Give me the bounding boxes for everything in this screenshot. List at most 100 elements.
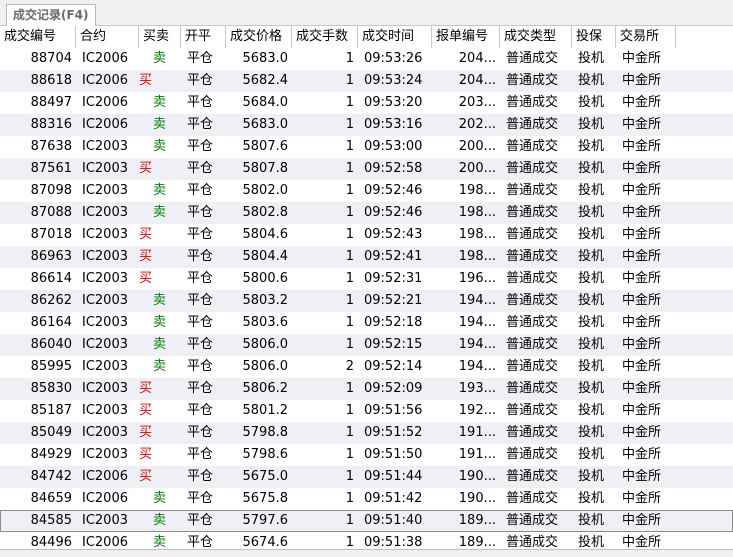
cell-quantity: 1 <box>345 51 354 66</box>
table-row[interactable]: 86614 IC2003 买 平仓 5800.6 1 09:52:31 196... 普通成交 投… <box>0 268 733 290</box>
cell-trade-id: 87638 <box>30 139 72 154</box>
cell-trade-type: 普通成交 <box>506 381 559 396</box>
cell-order-id: 194... <box>458 293 496 308</box>
header-quantity[interactable]: 成交手数 <box>292 26 358 48</box>
cell-trade-type: 普通成交 <box>506 51 559 66</box>
cell-hedge: 投机 <box>578 447 605 462</box>
cell-order-id: 202... <box>458 117 496 132</box>
cell-trade-id: 86963 <box>30 249 72 264</box>
cell-quantity: 1 <box>345 95 354 110</box>
table-row[interactable]: 85187 IC2003 买 平仓 5801.2 1 09:51:56 192... 普通成交 投… <box>0 400 733 422</box>
cell-quantity: 1 <box>345 491 354 506</box>
cell-price: 5797.6 <box>242 513 289 528</box>
cell-quantity: 1 <box>345 249 354 264</box>
cell-open-close: 平仓 <box>187 469 214 484</box>
cell-trade-id: 87088 <box>30 205 72 220</box>
cell-side: 买 <box>139 447 153 462</box>
cell-open-close: 平仓 <box>187 205 214 220</box>
header-exchange[interactable]: 交易所 <box>616 26 676 48</box>
table-row[interactable]: 88316 IC2006 卖 平仓 5683.0 1 09:53:16 202... 普通成交 投… <box>0 114 733 136</box>
cell-time: 09:53:20 <box>364 95 423 110</box>
cell-hedge: 投机 <box>578 403 605 418</box>
cell-price: 5683.0 <box>242 51 289 66</box>
cell-hedge: 投机 <box>578 205 605 220</box>
cell-open-close: 平仓 <box>187 227 214 242</box>
cell-quantity: 1 <box>345 139 354 154</box>
cell-hedge: 投机 <box>578 337 605 352</box>
cell-open-close: 平仓 <box>187 139 214 154</box>
cell-exchange: 中金所 <box>622 183 662 198</box>
cell-trade-type: 普通成交 <box>506 293 559 308</box>
cell-order-id: 196... <box>458 271 496 286</box>
table-row[interactable]: 84585 IC2003 卖 平仓 5797.6 1 09:51:40 189... 普通成交 投… <box>0 510 733 532</box>
cell-exchange: 中金所 <box>622 491 662 506</box>
cell-time: 09:53:24 <box>364 73 423 88</box>
cell-hedge: 投机 <box>578 315 605 330</box>
cell-price: 5803.2 <box>242 293 289 308</box>
header-hedge[interactable]: 投保 <box>572 26 616 48</box>
table-row[interactable]: 84929 IC2003 买 平仓 5798.6 1 09:51:50 191... 普通成交 投… <box>0 444 733 466</box>
cell-exchange: 中金所 <box>622 51 662 66</box>
cell-exchange: 中金所 <box>622 73 662 88</box>
cell-side: 买 <box>139 403 153 418</box>
cell-quantity: 1 <box>345 161 354 176</box>
cell-price: 5806.0 <box>242 337 289 352</box>
table-row[interactable]: 87638 IC2003 卖 平仓 5807.6 1 09:53:00 200... 普通成交 投… <box>0 136 733 158</box>
table-row[interactable]: 87018 IC2003 买 平仓 5804.6 1 09:52:43 198... 普通成交 投… <box>0 224 733 246</box>
header-order-id[interactable]: 报单编号 <box>432 26 500 48</box>
table-row[interactable]: 88497 IC2006 卖 平仓 5684.0 1 09:53:20 203... 普通成交 投… <box>0 92 733 114</box>
cell-exchange: 中金所 <box>622 161 662 176</box>
cell-price: 5802.0 <box>242 183 289 198</box>
table-row[interactable]: 84742 IC2006 买 平仓 5675.0 1 09:51:44 190... 普通成交 投… <box>0 466 733 488</box>
table-row[interactable]: 88704 IC2006 卖 平仓 5683.0 1 09:53:26 204... 普通成交 投… <box>0 48 733 70</box>
cell-hedge: 投机 <box>578 51 605 66</box>
cell-open-close: 平仓 <box>187 425 214 440</box>
cell-trade-id: 86614 <box>30 271 72 286</box>
cell-trade-type: 普通成交 <box>506 513 559 528</box>
header-trade-id[interactable]: 成交编号 <box>0 26 76 48</box>
cell-price: 5684.0 <box>242 95 289 110</box>
cell-contract: IC2006 <box>82 117 128 132</box>
table-row[interactable]: 84659 IC2006 卖 平仓 5675.8 1 09:51:42 190... 普通成交 投… <box>0 488 733 510</box>
cell-quantity: 1 <box>345 337 354 352</box>
header-trade-type[interactable]: 成交类型 <box>500 26 572 48</box>
table-row[interactable]: 86040 IC2003 卖 平仓 5806.0 1 09:52:15 194... 普通成交 投… <box>0 334 733 356</box>
cell-price: 5806.0 <box>242 359 289 374</box>
cell-time: 09:51:56 <box>364 403 423 418</box>
trade-records-table: 成交编号 合约 买卖 开平 成交价格 成交手数 成交时间 报单编号 成交类型 投保 交易所 8870… <box>0 26 733 554</box>
table-row[interactable]: 85049 IC2003 买 平仓 5798.8 1 09:51:52 191... 普通成交 投… <box>0 422 733 444</box>
cell-side: 卖 <box>153 359 167 374</box>
cell-contract: IC2003 <box>82 381 128 396</box>
cell-side: 买 <box>139 227 153 242</box>
cell-quantity: 1 <box>345 425 354 440</box>
table-row[interactable]: 87088 IC2003 卖 平仓 5802.8 1 09:52:46 198... 普通成交 投… <box>0 202 733 224</box>
cell-quantity: 1 <box>345 469 354 484</box>
cell-side: 买 <box>139 249 153 264</box>
table-row[interactable]: 87561 IC2003 买 平仓 5807.8 1 09:52:58 200... 普通成交 投… <box>0 158 733 180</box>
table-row[interactable]: 87098 IC2003 卖 平仓 5802.0 1 09:52:46 198... 普通成交 投… <box>0 180 733 202</box>
table-row[interactable]: 88618 IC2006 买 平仓 5682.4 1 09:53:24 204... 普通成交 投… <box>0 70 733 92</box>
table-row[interactable]: 86164 IC2003 卖 平仓 5803.6 1 09:52:18 194... 普通成交 投… <box>0 312 733 334</box>
cell-order-id: 194... <box>458 359 496 374</box>
cell-open-close: 平仓 <box>187 161 214 176</box>
cell-time: 09:52:43 <box>364 227 423 242</box>
header-open-close[interactable]: 开平 <box>181 26 226 48</box>
header-side[interactable]: 买卖 <box>139 26 181 48</box>
cell-order-id: 191... <box>458 425 496 440</box>
header-time[interactable]: 成交时间 <box>358 26 432 48</box>
tab-trade-records[interactable]: 成交记录(F4) <box>6 4 96 26</box>
header-contract[interactable]: 合约 <box>76 26 139 48</box>
cell-trade-type: 普通成交 <box>506 73 559 88</box>
table-row[interactable]: 85995 IC2003 卖 平仓 5806.0 2 09:52:14 194... 普通成交 投… <box>0 356 733 378</box>
cell-contract: IC2003 <box>82 315 128 330</box>
table-body: 88704 IC2006 卖平仓 5683.0 1 09:53:26 204... 普通成交投… <box>0 48 733 554</box>
header-price[interactable]: 成交价格 <box>226 26 292 48</box>
table-row[interactable]: 85830 IC2003 买 平仓 5806.2 1 09:52:09 193... 普通成交 投… <box>0 378 733 400</box>
cell-trade-type: 普通成交 <box>506 491 559 506</box>
cell-price: 5798.6 <box>242 447 289 462</box>
cell-exchange: 中金所 <box>622 139 662 154</box>
cell-order-id: 198... <box>458 183 496 198</box>
table-row[interactable]: 86963 IC2003 买 平仓 5804.4 1 09:52:41 198... 普通成交 投… <box>0 246 733 268</box>
table-row[interactable]: 86262 IC2003 卖 平仓 5803.2 1 09:52:21 194... 普通成交 投… <box>0 290 733 312</box>
cell-side: 买 <box>139 425 153 440</box>
